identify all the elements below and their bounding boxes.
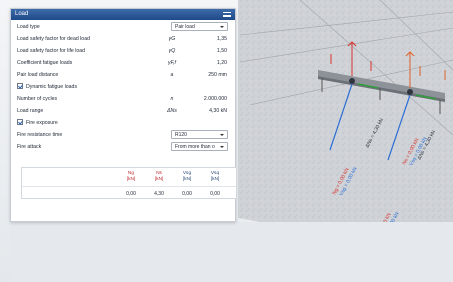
anchor-2[interactable] [407, 89, 413, 95]
row-symbol: ΔNs [167, 108, 177, 114]
row-load-type: Load type Pair load [11, 21, 237, 33]
fire-exposure-checkbox[interactable] [17, 119, 23, 125]
checkbox-label: Fire exposure [26, 120, 58, 126]
result-value-ns: 4,30 [154, 191, 164, 197]
row-label: Fire resistance time [17, 132, 63, 138]
fire-attack-select[interactable]: From more than o [171, 142, 228, 151]
load-type-select[interactable]: Pair load [171, 22, 228, 31]
row-label: Fire attack [17, 144, 42, 150]
chevron-down-icon [220, 134, 224, 136]
panel-title: Load [15, 11, 29, 17]
row-label: Load safety factor for dead load [17, 36, 90, 42]
row-label: Load range [17, 108, 44, 114]
row-symbol: γF,f [168, 60, 176, 66]
app-root: Ng = 0,00 kN Vsg = 0,00 kN ΔNs = 4,30 kN… [0, 0, 453, 282]
result-header-vsg: Vsg [kN] [176, 171, 198, 182]
row-symbol: γQ [168, 48, 176, 54]
header-unit: [kN] [210, 176, 220, 182]
dead-load-factor-field[interactable]: 1,35 [217, 36, 227, 42]
pair-load-distance-field[interactable]: 250 mm [208, 72, 227, 78]
load-properties-panel: Load Load type Pair load Load safety fac… [10, 8, 237, 222]
row-pair-load-distance: Pair load distance a 250 mm [11, 69, 237, 81]
life-load-factor-field[interactable]: 1,50 [217, 48, 227, 54]
row-fire-exposure: Fire exposure [11, 117, 237, 129]
header-unit: [kN] [126, 176, 136, 182]
checkbox-label: Dynamic fatigue loads [26, 84, 78, 90]
header-unit: [kN] [154, 176, 164, 182]
select-value: From more than o [175, 144, 215, 150]
row-load-range: Load range ΔNs 4,30 kN [11, 105, 237, 117]
row-label: Load type [17, 24, 40, 30]
load-range-field[interactable]: 4,30 kN [209, 108, 227, 114]
dynamic-fatigue-checkbox[interactable] [17, 83, 23, 89]
results-table: Ng [kN] Ns [kN] Vsg [kN] Vsq [kN] 0,00 4,30 … [21, 167, 237, 199]
row-label: Load safety factor for life load [17, 48, 86, 54]
panel-menu-icon[interactable] [223, 12, 231, 17]
row-dead-load-factor: Load safety factor for dead load γG 1,35 [11, 33, 237, 45]
result-value-vsq: 0,00 [210, 191, 220, 197]
row-symbol: γG [168, 36, 176, 42]
row-symbol: n [170, 96, 174, 102]
result-header-ng: Ng [kN] [120, 171, 142, 182]
row-symbol: a [170, 72, 174, 78]
number-of-cycles-field[interactable]: 2.000.000 [204, 96, 227, 102]
row-label: Coefficient fatigue loads [17, 60, 73, 66]
row-fatigue-coefficient: Coefficient fatigue loads γF,f 1,20 [11, 57, 237, 69]
fatigue-coefficient-field[interactable]: 1,20 [217, 60, 227, 66]
row-fire-attack: Fire attack From more than o [11, 141, 237, 153]
row-life-load-factor: Load safety factor for life load γQ 1,50 [11, 45, 237, 57]
result-value-ng: 0,00 [126, 191, 136, 197]
chevron-down-icon [220, 26, 224, 28]
header-unit: [kN] [182, 176, 192, 182]
fire-resistance-select[interactable]: R120 [171, 130, 228, 139]
anchor-1[interactable] [349, 78, 355, 84]
result-header-vsq: Vsq [kN] [204, 171, 226, 182]
divider [22, 186, 236, 187]
row-fire-resistance: Fire resistance time R120 [11, 129, 237, 141]
row-dynamic-fatigue: Dynamic fatigue loads [11, 81, 237, 93]
select-value: R120 [175, 132, 187, 138]
row-number-of-cycles: Number of cycles n 2.000.000 [11, 93, 237, 105]
result-value-vsg: 0,00 [182, 191, 192, 197]
status-area [10, 222, 453, 282]
chevron-down-icon [220, 146, 224, 148]
select-value: Pair load [175, 24, 195, 30]
panel-header: Load [11, 9, 235, 20]
row-label: Number of cycles [17, 96, 58, 102]
result-header-ns: Ns [kN] [148, 171, 170, 182]
row-label: Pair load distance [17, 72, 59, 78]
